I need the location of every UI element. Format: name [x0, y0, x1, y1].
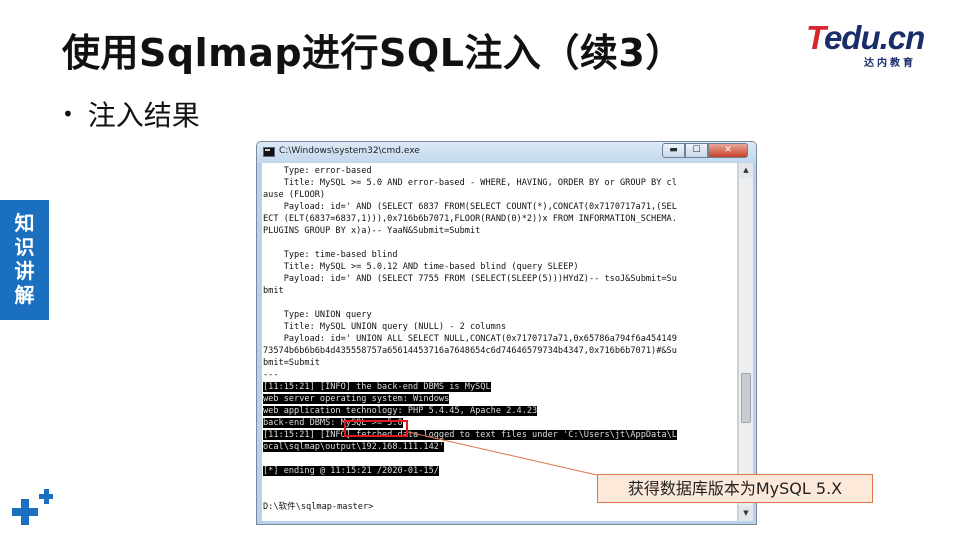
- console-line: [11:15:21] [INFO] the back-end DBMS is M…: [263, 382, 491, 392]
- version-highlight-box: [344, 420, 408, 437]
- logo-subtitle: 达内教育: [864, 58, 916, 69]
- slide-title: 使用Sqlmap进行SQL注入（续3）: [62, 31, 684, 75]
- cmd-icon: [263, 147, 275, 157]
- scroll-thumb[interactable]: [741, 373, 751, 423]
- side-tab-char: 解: [14, 283, 35, 307]
- bullet-item: • 注入结果: [62, 94, 200, 134]
- console-line: PLUGINS GROUP BY x)a)-- YaaN&Submit=Subm…: [263, 226, 481, 236]
- scroll-down-icon[interactable]: ▼: [739, 506, 753, 521]
- plus-logo-icon: [8, 488, 58, 534]
- console-line: web server operating system: Windows: [263, 394, 450, 404]
- console-line: Type: time-based blind: [263, 250, 398, 260]
- console-line: Title: MySQL >= 5.0 AND error-based - WH…: [263, 178, 677, 188]
- console-line: ocal\sqlmap\output\192.168.111.142': [263, 442, 445, 452]
- scroll-up-icon[interactable]: ▲: [739, 163, 753, 178]
- side-tab-char: 讲: [14, 259, 35, 283]
- close-button[interactable]: ✕: [708, 143, 748, 158]
- console-line: web application technology: PHP 5.4.45, …: [263, 406, 538, 416]
- window-titlebar[interactable]: C:\Windows\system32\cmd.exe ▬ ☐ ✕: [257, 142, 756, 163]
- side-tab: 知 识 讲 解: [0, 200, 49, 320]
- tedu-logo: Tedu.cn 达内教育: [806, 19, 936, 70]
- bullet-dot-icon: •: [62, 102, 74, 126]
- console-output[interactable]: Type: error-based Title: MySQL >= 5.0 AN…: [262, 163, 737, 521]
- console-line: [11:15:21] [INFO] fetched data logged to…: [263, 430, 677, 440]
- console-line: [*] ending @ 11:15:21 /2020-01-15/: [263, 466, 439, 476]
- console-line: Title: MySQL >= 5.0.12 AND time-based bl…: [263, 262, 579, 272]
- bullet-text: 注入结果: [87, 99, 200, 132]
- callout-note: 获得数据库版本为MySQL 5.X: [597, 474, 873, 503]
- console-line: ---: [263, 370, 279, 380]
- console-line: bmit: [263, 286, 284, 296]
- console-line: Type: UNION query: [263, 310, 372, 320]
- console-line: 73574b6b6b6b4d435558757a65614453716a7648…: [263, 346, 677, 356]
- vertical-scrollbar[interactable]: ▲ ▼: [738, 163, 753, 521]
- cmd-window[interactable]: C:\Windows\system32\cmd.exe ▬ ☐ ✕ Type: …: [256, 141, 757, 525]
- console-line: Payload: id=' AND (SELECT 7755 FROM (SEL…: [263, 274, 677, 284]
- console-line: Title: MySQL UNION query (NULL) - 2 colu…: [263, 322, 507, 332]
- console-line: Type: error-based: [263, 166, 372, 176]
- console-line: ECT (ELT(6837=6837,1))),0x716b6b7071,FLO…: [263, 214, 677, 224]
- side-tab-char: 知: [14, 211, 35, 235]
- minimize-button[interactable]: ▬: [662, 143, 685, 158]
- console-line: D:\软件\sqlmap-master>: [263, 502, 374, 512]
- window-title: C:\Windows\system32\cmd.exe: [279, 146, 420, 156]
- console-line: Payload: id=' UNION ALL SELECT NULL,CONC…: [263, 334, 677, 344]
- window-controls: ▬ ☐ ✕: [662, 143, 748, 158]
- side-tab-char: 识: [14, 235, 35, 259]
- console-line: ause (FLOOR): [263, 190, 326, 200]
- logo-wordmark: Tedu.cn: [806, 19, 925, 56]
- maximize-button[interactable]: ☐: [685, 143, 708, 158]
- console-line: Payload: id=' AND (SELECT 6837 FROM(SELE…: [263, 202, 677, 212]
- console-line: bmit=Submit: [263, 358, 320, 368]
